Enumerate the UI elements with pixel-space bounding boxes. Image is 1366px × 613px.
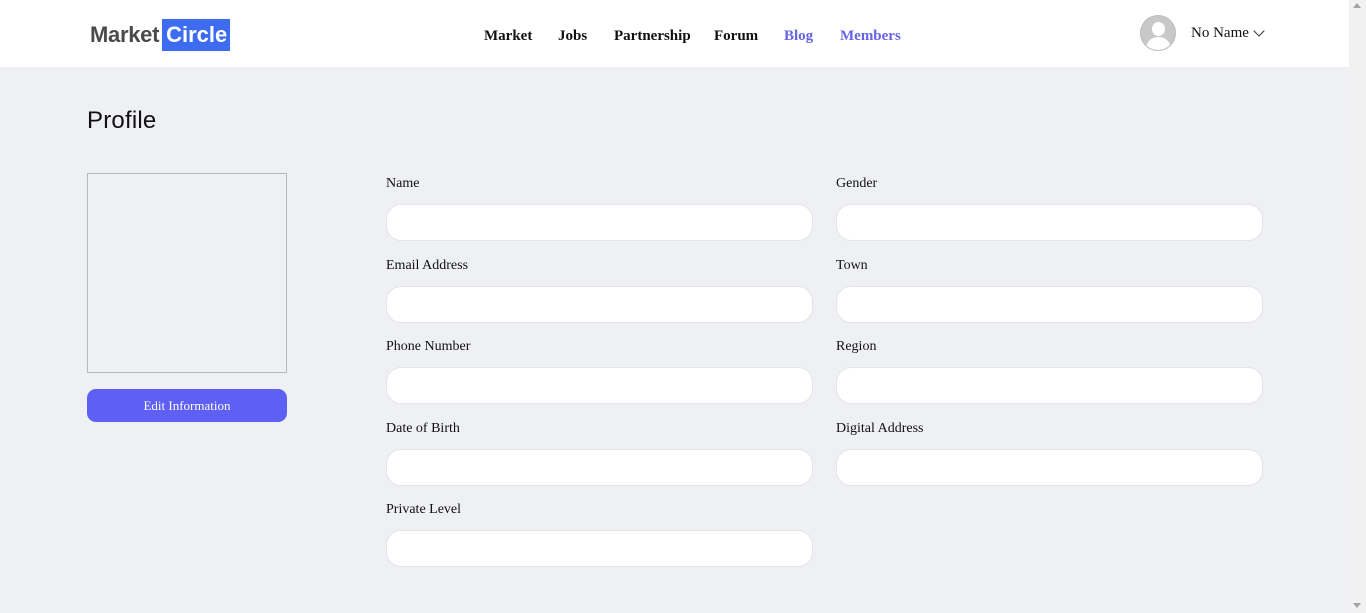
user-name[interactable]: No Name [1191,25,1249,42]
town-input[interactable] [836,286,1263,323]
market-circle-logo[interactable]: Market Circle [90,19,231,51]
page-title: Profile [87,107,157,134]
nav-link-members[interactable]: Members [840,27,901,45]
phone-label: Phone Number [386,339,471,354]
scroll-down-arrow-icon[interactable] [1353,603,1361,608]
nav-link-partnership[interactable]: Partnership [614,27,691,45]
email-field-group: Email Address [386,257,813,323]
digital-address-field-group: Digital Address [836,420,1263,486]
name-input[interactable] [386,204,813,241]
nav-link-market[interactable]: Market [484,27,532,45]
chevron-down-icon[interactable] [1253,24,1265,37]
dob-field-group: Date of Birth [386,420,813,486]
region-field-group: Region [836,338,1263,404]
region-input[interactable] [836,367,1263,404]
digital-address-label: Digital Address [836,421,924,436]
gender-input[interactable] [836,204,1263,241]
email-label: Email Address [386,258,469,273]
region-label: Region [836,339,877,354]
name-label: Name [386,176,420,191]
gender-field-group: Gender [836,175,1263,241]
nav-link-jobs[interactable]: Jobs [558,27,587,45]
user-menu[interactable]: No Name [1140,15,1265,51]
private-level-input[interactable] [386,530,813,567]
phone-input[interactable] [386,367,813,404]
town-field-group: Town [836,257,1263,323]
gender-label: Gender [836,176,878,191]
nav-link-blog[interactable]: Blog [784,27,813,45]
digital-address-input[interactable] [836,449,1263,486]
logo-text-market: Market [90,22,160,47]
private-level-field-group: Private Level [386,501,813,567]
nav-link-forum[interactable]: Forum [714,27,758,45]
edit-information-button[interactable]: Edit Information [87,389,287,422]
dob-input[interactable] [386,449,813,486]
private-level-label: Private Level [386,502,462,517]
dob-label: Date of Birth [386,421,460,436]
user-avatar-icon[interactable] [1140,15,1176,51]
logo-text-circle: Circle [162,19,231,51]
name-field-group: Name [386,175,813,241]
town-label: Town [836,258,868,273]
email-input[interactable] [386,286,813,323]
scroll-up-arrow-icon[interactable] [1353,3,1361,8]
top-navbar: Market Circle Market Jobs Partnership For… [0,0,1349,67]
profile-photo-placeholder [87,173,287,373]
phone-field-group: Phone Number [386,338,813,404]
vertical-scrollbar[interactable] [1349,0,1366,613]
